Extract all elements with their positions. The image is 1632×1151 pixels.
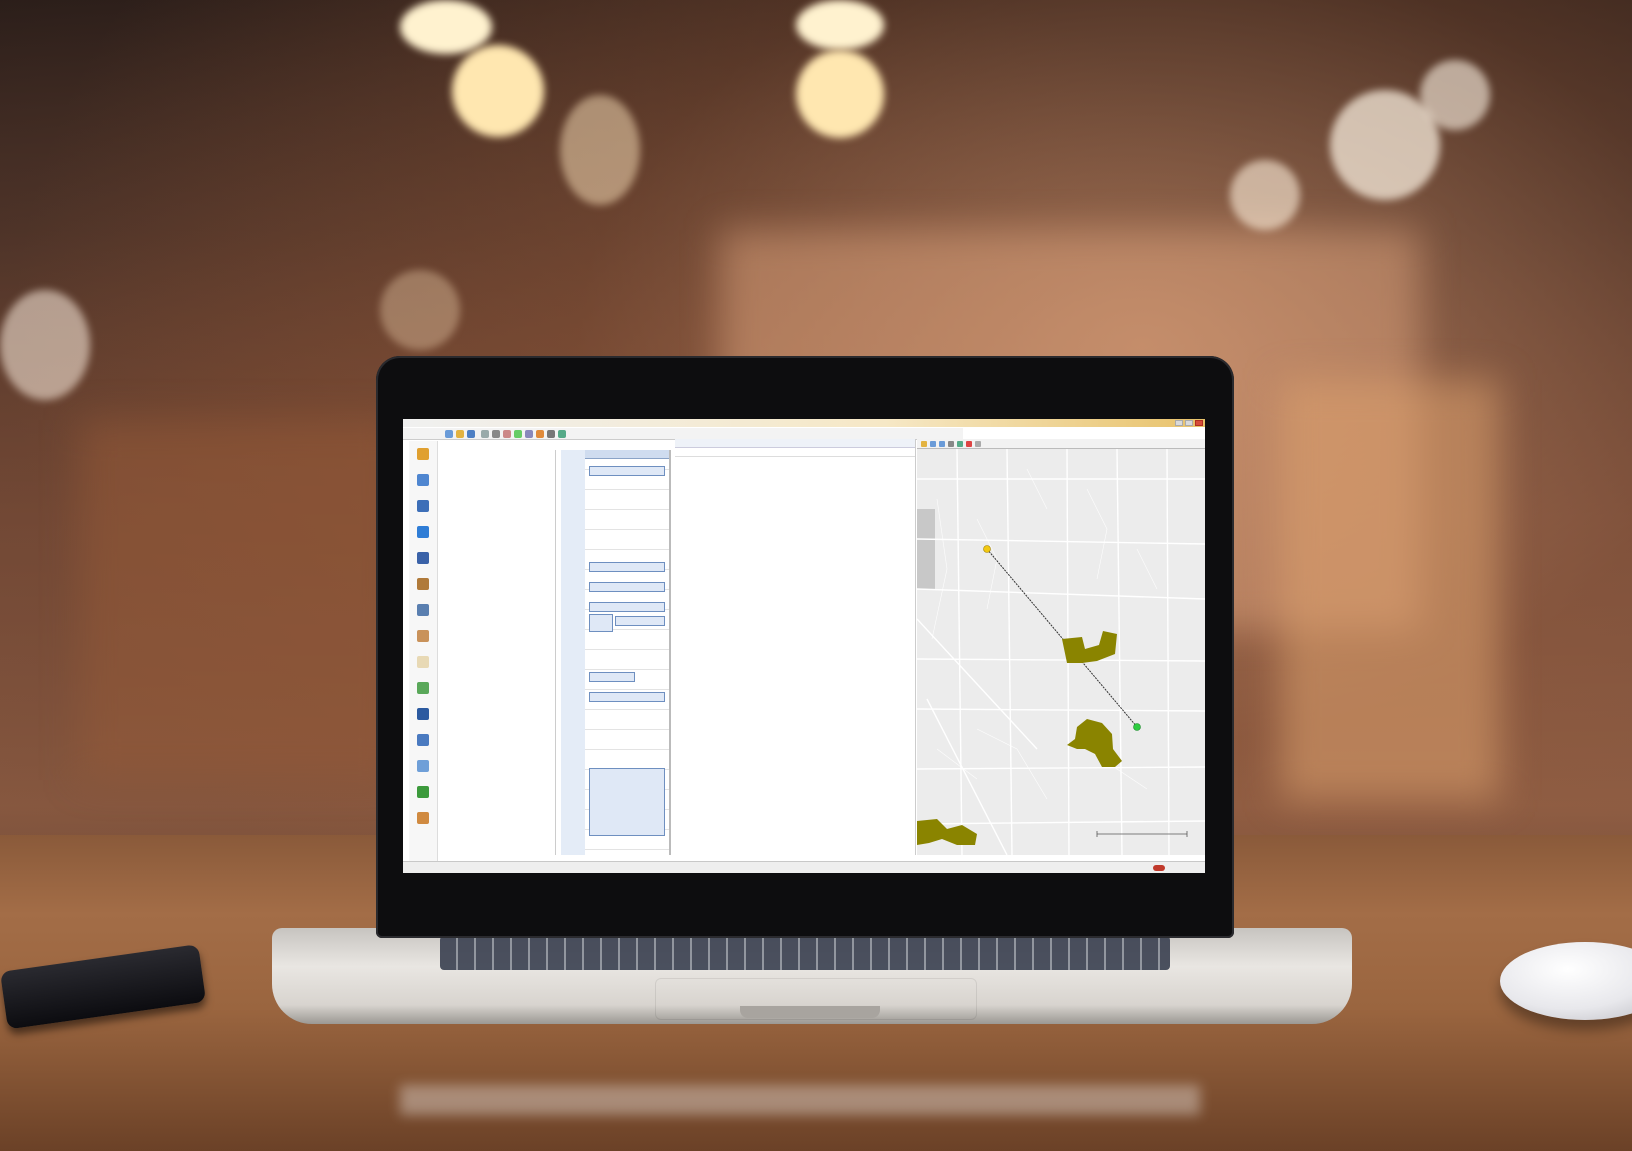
chart-icon (417, 473, 429, 486)
light-bulb (452, 45, 544, 137)
close-icon[interactable] (1195, 420, 1203, 426)
zoom-in-icon[interactable] (930, 440, 936, 447)
layers-icon[interactable] (948, 440, 954, 447)
zoom-out-icon[interactable] (939, 440, 945, 447)
link-icon (417, 759, 429, 772)
sidebar-item-tools[interactable] (409, 727, 437, 753)
sidebar-item-employees[interactable] (409, 623, 437, 649)
new-icon[interactable] (445, 429, 453, 438)
sidebar-item-reports[interactable] (409, 467, 437, 493)
search-icon[interactable] (481, 429, 489, 438)
maximize-icon[interactable] (1185, 420, 1193, 426)
appointment-block[interactable] (589, 692, 665, 702)
sidebar-item-customers[interactable] (409, 545, 437, 571)
appointment-block[interactable] (589, 582, 665, 592)
explorer-row[interactable] (675, 475, 915, 481)
zoom-icon[interactable] (525, 429, 533, 438)
light-bulb (796, 0, 884, 50)
sidebar-item-inventory[interactable] (409, 571, 437, 597)
schedule-header (585, 450, 669, 459)
dollar-icon (417, 785, 429, 798)
pan-icon[interactable] (921, 440, 927, 447)
map-canvas[interactable] (917, 449, 1205, 855)
sidebar-item-grid[interactable] (409, 597, 437, 623)
schedule-panel (561, 450, 671, 855)
status-bar (403, 861, 1205, 873)
appointment-block[interactable] (589, 768, 665, 836)
map-marker-start[interactable] (983, 545, 991, 553)
sidebar-item-calendar[interactable] (409, 805, 437, 831)
print-icon[interactable] (975, 440, 981, 447)
job-tree-panel (445, 450, 556, 855)
settings-icon[interactable] (547, 429, 555, 438)
sidebar-item-links[interactable] (409, 753, 437, 779)
appointment-block[interactable] (589, 466, 665, 476)
database-icon (417, 707, 429, 720)
tools-icon (417, 733, 429, 746)
measure-icon[interactable] (957, 440, 963, 447)
light-bulb (380, 270, 460, 350)
explorer-header (675, 439, 915, 448)
save-icon[interactable] (467, 429, 475, 438)
arrow-icon (417, 525, 429, 538)
appointment-block[interactable] (589, 562, 665, 572)
title-bar (403, 419, 1205, 427)
sidebar-item-routes[interactable] (409, 519, 437, 545)
person-icon (417, 629, 429, 642)
appointment-block[interactable] (589, 672, 635, 682)
time-gutter (561, 450, 586, 855)
calendar-icon (417, 811, 429, 824)
light-bulb (1420, 60, 1490, 130)
dispatch-icon (417, 447, 429, 460)
light-bulb (796, 50, 884, 138)
map-panel[interactable] (917, 439, 1205, 855)
route-icon[interactable] (536, 429, 544, 438)
filter-icon[interactable] (503, 429, 511, 438)
explorer-search-input[interactable] (675, 448, 915, 457)
help-icon[interactable] (558, 429, 566, 438)
map-marker-end[interactable] (1133, 723, 1141, 731)
appointment-block[interactable] (589, 614, 613, 632)
clipboard-icon (417, 681, 429, 694)
document-icon (417, 655, 429, 668)
open-icon[interactable] (456, 429, 464, 438)
refresh-icon[interactable] (514, 429, 522, 438)
grid-icon (417, 603, 429, 616)
print-icon[interactable] (492, 429, 500, 438)
tree-header[interactable] (445, 450, 555, 457)
map-toolbar (917, 439, 1205, 449)
sidebar-item-fleet[interactable] (409, 493, 437, 519)
brand-logo (1153, 865, 1165, 871)
truck-icon (417, 499, 429, 512)
minimize-icon[interactable] (1175, 420, 1183, 426)
laptop-keyboard (440, 936, 1170, 970)
sidebar-item-dispatch[interactable] (409, 441, 437, 467)
laptop-lid-notch (740, 1006, 880, 1018)
sidebar-item-database[interactable] (409, 701, 437, 727)
desk-reflection (400, 1085, 1200, 1115)
sidebar-item-orders[interactable] (409, 675, 437, 701)
users-icon (417, 551, 429, 564)
tree-row[interactable] (445, 493, 555, 499)
light-bulb (0, 290, 90, 400)
appointment-block[interactable] (589, 602, 665, 612)
app-window (403, 419, 1205, 873)
explorer-panel (675, 439, 916, 855)
appointment-block[interactable] (615, 616, 665, 626)
light-bulb (560, 95, 640, 205)
sidebar-item-billing[interactable] (409, 779, 437, 805)
light-bulb (1230, 160, 1300, 230)
route-icon[interactable] (966, 440, 972, 447)
sidebar-item-documents[interactable] (409, 649, 437, 675)
module-sidebar (409, 441, 438, 861)
box-icon (417, 577, 429, 590)
light-bulb (400, 0, 492, 54)
